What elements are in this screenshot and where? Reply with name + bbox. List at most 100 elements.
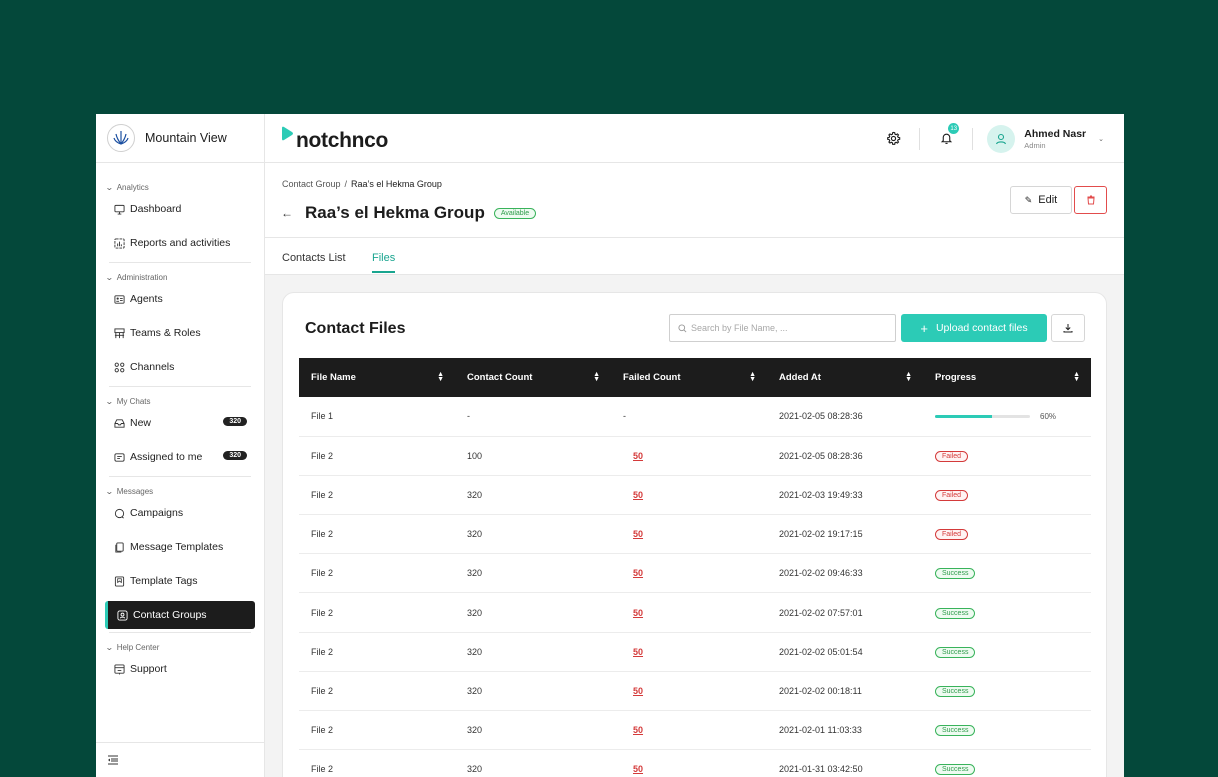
- column-header[interactable]: Contact Count ▲ ▼: [455, 358, 611, 397]
- table-row[interactable]: File 2 320 50 2021-02-02 09:46:33 Success: [299, 553, 1091, 594]
- file-name-cell: File 1: [299, 397, 455, 437]
- sidebar-item-new[interactable]: New 320: [96, 406, 264, 440]
- user-name: Ahmed Nasr: [1024, 127, 1087, 140]
- avatar[interactable]: [987, 124, 1016, 153]
- added-at-cell: 2021-02-02 07:57:01: [767, 592, 923, 633]
- section-messages[interactable]: ⌄ Messages: [96, 477, 264, 496]
- sidebar-item-teams[interactable]: Teams & Roles: [96, 316, 264, 350]
- added-at-cell: 2021-02-02 05:01:54: [767, 632, 923, 672]
- sort-icon: ▲ ▼: [749, 371, 756, 383]
- failed-count-cell[interactable]: 50: [611, 632, 767, 672]
- notifications-button[interactable]: 13: [934, 122, 961, 145]
- section-my-chats[interactable]: ⌄ My Chats: [96, 387, 264, 406]
- sidebar-item-label: New: [130, 417, 152, 429]
- table-row[interactable]: File 2 320 50 2021-02-02 19:17:15 Failed: [299, 514, 1091, 555]
- sidebar-item-message-templates[interactable]: Message Templates: [96, 530, 264, 564]
- table-row[interactable]: File 2 320 50 2021-02-02 00:18:11 Success: [299, 671, 1091, 712]
- download-button[interactable]: [1051, 314, 1085, 342]
- column-header[interactable]: Failed Count ▲ ▼: [611, 358, 767, 397]
- sort-icon: ▲ ▼: [437, 371, 444, 383]
- sidebar-item-assigned[interactable]: Assigned to me 320: [96, 440, 264, 474]
- column-label: Added At: [779, 372, 821, 383]
- chevron-down-icon: ⌄: [104, 272, 114, 282]
- failed-count-cell[interactable]: 50: [611, 749, 767, 777]
- contact-count-cell: -: [455, 397, 611, 437]
- template-icon: [115, 541, 124, 553]
- section-administration[interactable]: ⌄ Administration: [96, 263, 264, 282]
- gear-icon: [886, 131, 901, 145]
- sidebar-item-channels[interactable]: Channels: [96, 350, 264, 384]
- tag-icon: [114, 575, 125, 587]
- section-analytics[interactable]: ⌄ Analytics: [96, 173, 264, 192]
- sidebar-item-dashboard[interactable]: Dashboard: [96, 192, 264, 226]
- topbar: notchnco 13 Ahmed Nasr Admin ⌄: [265, 114, 1124, 163]
- column-header[interactable]: File Name ▲ ▼: [299, 358, 455, 397]
- delete-button[interactable]: [1074, 186, 1107, 214]
- user-menu[interactable]: Ahmed Nasr Admin: [1024, 128, 1086, 150]
- tab-contacts-list[interactable]: Contacts List: [282, 252, 346, 264]
- table-row[interactable]: File 2 320 50 2021-02-03 19:49:33 Failed: [299, 475, 1091, 516]
- edit-button[interactable]: ✎ Edit: [1010, 186, 1072, 214]
- file-name-cell: File 2: [299, 592, 455, 633]
- table-row[interactable]: File 2 320 50 2021-02-02 07:57:01 Success: [299, 592, 1091, 633]
- status-badge: Failed: [935, 489, 969, 501]
- column-label: Progress: [935, 372, 977, 383]
- failed-count-cell[interactable]: 50: [611, 710, 767, 751]
- column-header[interactable]: Progress ▲ ▼: [923, 358, 1091, 397]
- collapse-sidebar-button[interactable]: [96, 742, 265, 777]
- progress-cell: Failed: [923, 514, 1091, 555]
- failed-count-cell[interactable]: 50: [611, 671, 767, 712]
- search-input[interactable]: [691, 323, 881, 333]
- sort-icon: ▲ ▼: [905, 371, 912, 383]
- failed-count-cell[interactable]: 50: [611, 475, 767, 516]
- failed-count-cell[interactable]: 50: [611, 514, 767, 555]
- progress-bar: [935, 414, 1030, 418]
- breadcrumb-link-contact-group[interactable]: Contact Group: [282, 179, 341, 189]
- settings-button[interactable]: [881, 131, 905, 146]
- column-label: Contact Count: [467, 372, 533, 383]
- sidebar-item-label: Assigned to me: [130, 451, 203, 463]
- status-badge: Success: [935, 607, 976, 619]
- back-arrow-icon[interactable]: ←: [281, 206, 293, 220]
- failed-count-cell[interactable]: 50: [611, 553, 767, 594]
- sidebar-item-template-tags[interactable]: Template Tags: [96, 564, 264, 598]
- page-title: Raa’s el Hekma Group: [305, 203, 485, 222]
- failed-count-cell: -: [611, 397, 767, 437]
- count-badge: 320: [223, 451, 247, 460]
- org-name: Mountain View: [145, 131, 227, 145]
- sidebar-item-agents[interactable]: Agents: [96, 282, 264, 316]
- progress-cell: Failed: [923, 475, 1091, 516]
- sidebar-item-reports[interactable]: Reports and activities: [96, 226, 264, 260]
- sidebar-item-contact-groups[interactable]: Contact Groups: [105, 601, 255, 629]
- app-logo[interactable]: notchnco: [280, 126, 388, 153]
- section-help-center[interactable]: ⌄ Help Center: [96, 633, 264, 652]
- org-switcher[interactable]: Mountain View: [96, 114, 264, 163]
- chevron-down-icon[interactable]: ⌄: [1098, 135, 1104, 143]
- sidebar: Mountain View ⌄ Analytics Dashboard Repor…: [96, 114, 265, 777]
- sidebar-item-label: Agents: [130, 293, 163, 305]
- status-badge: Failed: [935, 450, 969, 462]
- table-row[interactable]: File 2 320 50 2021-02-02 05:01:54 Success: [299, 632, 1091, 672]
- progress-cell: Success: [923, 749, 1091, 777]
- failed-count-cell[interactable]: 50: [611, 436, 767, 476]
- sidebar-item-label: Support: [130, 663, 167, 675]
- sidebar-item-campaigns[interactable]: Campaigns: [96, 496, 264, 530]
- table-row[interactable]: File 2 100 50 2021-02-05 08:28:36 Failed: [299, 436, 1091, 476]
- failed-count-cell[interactable]: 50: [611, 592, 767, 633]
- logo-text: notchnco: [296, 129, 389, 152]
- contact-count-cell: 320: [455, 749, 611, 777]
- trash-icon: [1086, 195, 1095, 205]
- channels-icon: [114, 362, 125, 372]
- contact-count-cell: 320: [455, 671, 611, 712]
- column-header[interactable]: Added At ▲ ▼: [767, 358, 923, 397]
- table-row[interactable]: File 1- -2021-02-05 08:28:36 60%: [299, 397, 1091, 437]
- table-row[interactable]: File 2 320 50 2021-01-31 03:42:50 Success: [299, 749, 1091, 777]
- upload-contact-files-button[interactable]: + Upload contact files: [901, 314, 1047, 342]
- table-row[interactable]: File 2 320 50 2021-02-01 11:03:33 Success: [299, 710, 1091, 751]
- file-name-cell: File 2: [299, 749, 455, 777]
- tab-files[interactable]: Files: [372, 252, 396, 273]
- sidebar-item-support[interactable]: Support: [96, 652, 264, 686]
- file-name-cell: File 2: [299, 553, 455, 594]
- breadcrumb: Contact Group / Raa’s el Hekma Group: [282, 179, 442, 189]
- search-box[interactable]: [669, 314, 896, 342]
